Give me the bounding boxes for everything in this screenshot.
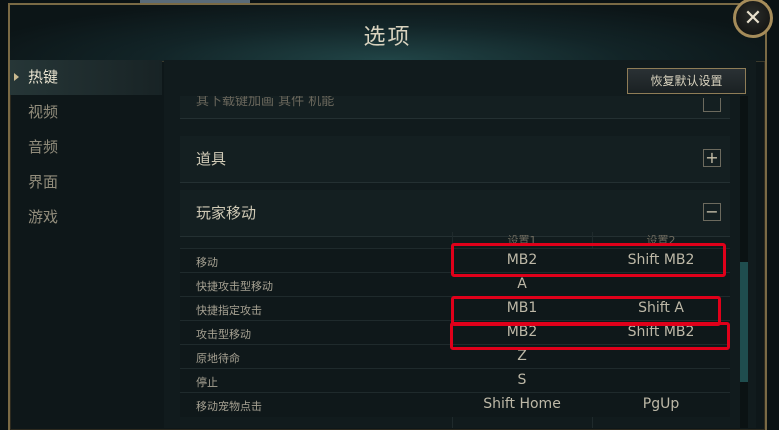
window-title: 选项 [363,25,412,50]
sidebar-item-video[interactable]: 视频 [10,95,162,130]
action-name: 快捷攻击型移动 [196,280,273,293]
collapse-icon[interactable]: − [703,203,721,221]
keybind-primary[interactable]: Z [452,348,592,364]
section-player-movement-label: 玩家移动 [196,204,257,222]
section-player-movement[interactable]: 玩家移动 − [180,190,730,237]
reset-defaults-button[interactable]: 恢复默认设置 [627,68,746,94]
sidebar-item-audio[interactable]: 音频 [10,130,162,165]
cut-off-section-label: 其下载键加画 其件 机能 [196,96,335,109]
sidebar-item-hotkeys[interactable]: 热键 [10,60,162,95]
title-bar: 选项 [10,5,765,62]
expand-icon[interactable]: + [703,149,721,167]
highlight-box-attack-move [450,322,730,350]
action-name: 攻击型移动 [196,328,251,341]
collapse-icon[interactable] [703,98,721,112]
keybind-primary[interactable]: Shift Home [452,396,592,412]
highlight-box-move [451,243,726,277]
sidebar-item-game[interactable]: 游戏 [10,200,162,235]
table-row: 移动宠物点击 Shift Home PgUp [180,392,730,417]
section-items[interactable]: 道具 + [180,136,730,183]
action-name: 移动宠物点击 [196,400,262,413]
close-icon: ✕ [743,5,763,31]
keybind-primary[interactable]: A [452,276,592,292]
sidebar: 热键 视频 音频 界面 游戏 [10,60,162,428]
action-name: 原地待命 [196,352,240,365]
scrollbar-thumb[interactable] [740,262,748,382]
section-items-label: 道具 [196,150,227,168]
action-name: 快捷指定攻击 [196,304,262,317]
table-row: 停止 S [180,368,730,393]
action-name: 停止 [196,376,218,389]
keybind-secondary[interactable]: PgUp [592,396,730,412]
action-name: 移动 [196,256,218,269]
keybind-primary[interactable]: S [452,372,592,388]
sidebar-item-interface[interactable]: 界面 [10,165,162,200]
close-button[interactable]: ✕ [733,0,773,38]
cut-off-section: 其下载键加画 其件 机能 [180,96,730,119]
